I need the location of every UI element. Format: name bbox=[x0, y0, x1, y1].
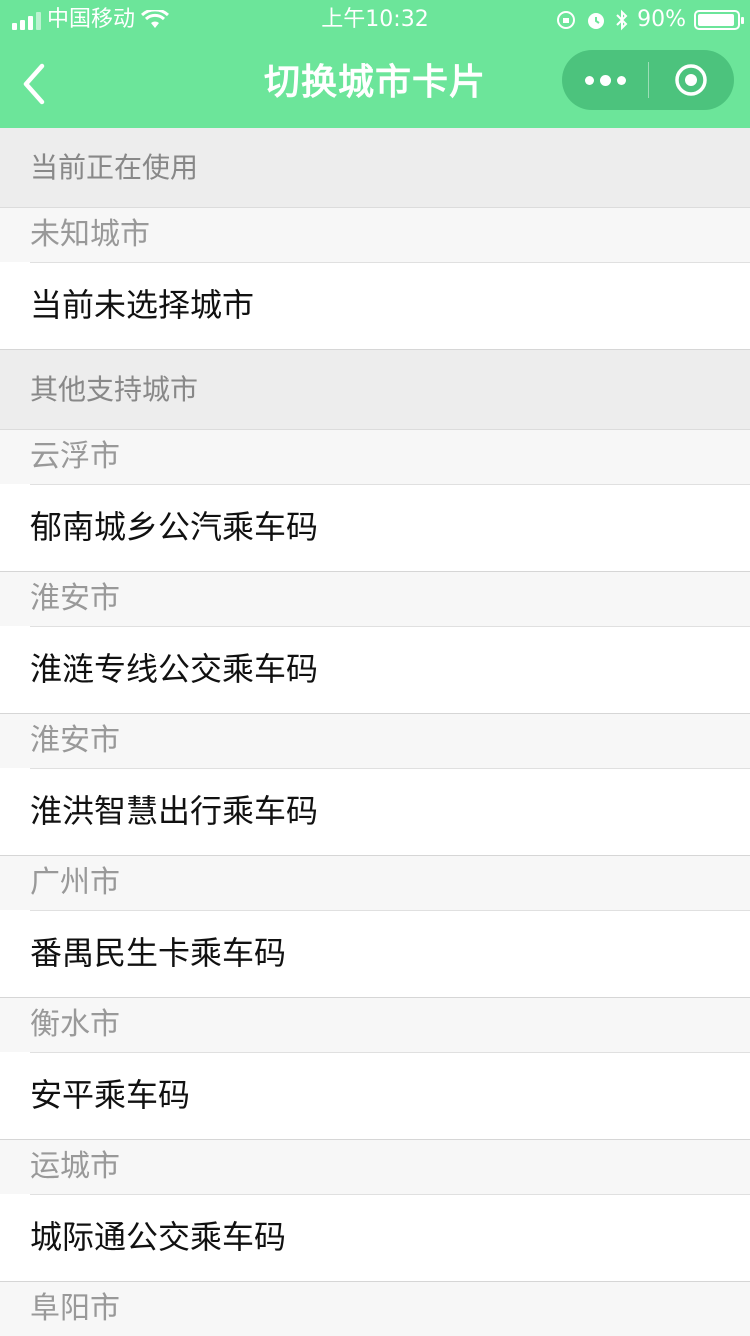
card-row-current[interactable]: 当前未选择城市 bbox=[0, 262, 750, 350]
battery-percent: 90% bbox=[637, 7, 686, 32]
more-dot-right bbox=[616, 75, 626, 85]
card-row[interactable]: 城际通公交乘车码 bbox=[0, 1194, 750, 1282]
city-label: 广州市 bbox=[0, 856, 750, 910]
mini-program-capsule bbox=[562, 50, 734, 110]
battery-icon bbox=[694, 10, 744, 30]
city-label: 云浮市 bbox=[0, 430, 750, 484]
card-row[interactable]: 安平乘车码 bbox=[0, 1052, 750, 1140]
rotation-lock-icon bbox=[557, 11, 576, 29]
city-card-list: 当前正在使用 未知城市 当前未选择城市 其他支持城市 云浮市 郁南城乡公汽乘车码… bbox=[0, 128, 750, 1336]
alarm-icon bbox=[588, 13, 605, 29]
more-dot-center bbox=[599, 74, 611, 86]
card-row[interactable]: 番禺民生卡乘车码 bbox=[0, 910, 750, 998]
card-row[interactable]: 郁南城乡公汽乘车码 bbox=[0, 484, 750, 572]
city-label: 阜阳市 bbox=[0, 1282, 750, 1336]
more-dots-icon bbox=[584, 75, 594, 85]
city-label: 未知城市 bbox=[0, 208, 750, 262]
bluetooth-icon bbox=[616, 9, 628, 31]
nav-bar: 切换城市卡片 bbox=[0, 40, 750, 128]
card-row[interactable]: 淮洪智慧出行乘车码 bbox=[0, 768, 750, 856]
more-button[interactable] bbox=[562, 50, 648, 110]
city-label: 淮安市 bbox=[0, 714, 750, 768]
section-header-current: 当前正在使用 bbox=[0, 128, 750, 208]
card-row[interactable]: 淮涟专线公交乘车码 bbox=[0, 626, 750, 714]
status-right: 90% bbox=[555, 0, 744, 40]
city-label: 衡水市 bbox=[0, 998, 750, 1052]
city-label: 运城市 bbox=[0, 1140, 750, 1194]
section-header-others: 其他支持城市 bbox=[0, 350, 750, 430]
city-label: 淮安市 bbox=[0, 572, 750, 626]
status-bar: 中国移动 上午10:32 90% bbox=[0, 0, 750, 40]
target-circle-icon bbox=[675, 64, 707, 96]
close-button[interactable] bbox=[649, 50, 733, 110]
